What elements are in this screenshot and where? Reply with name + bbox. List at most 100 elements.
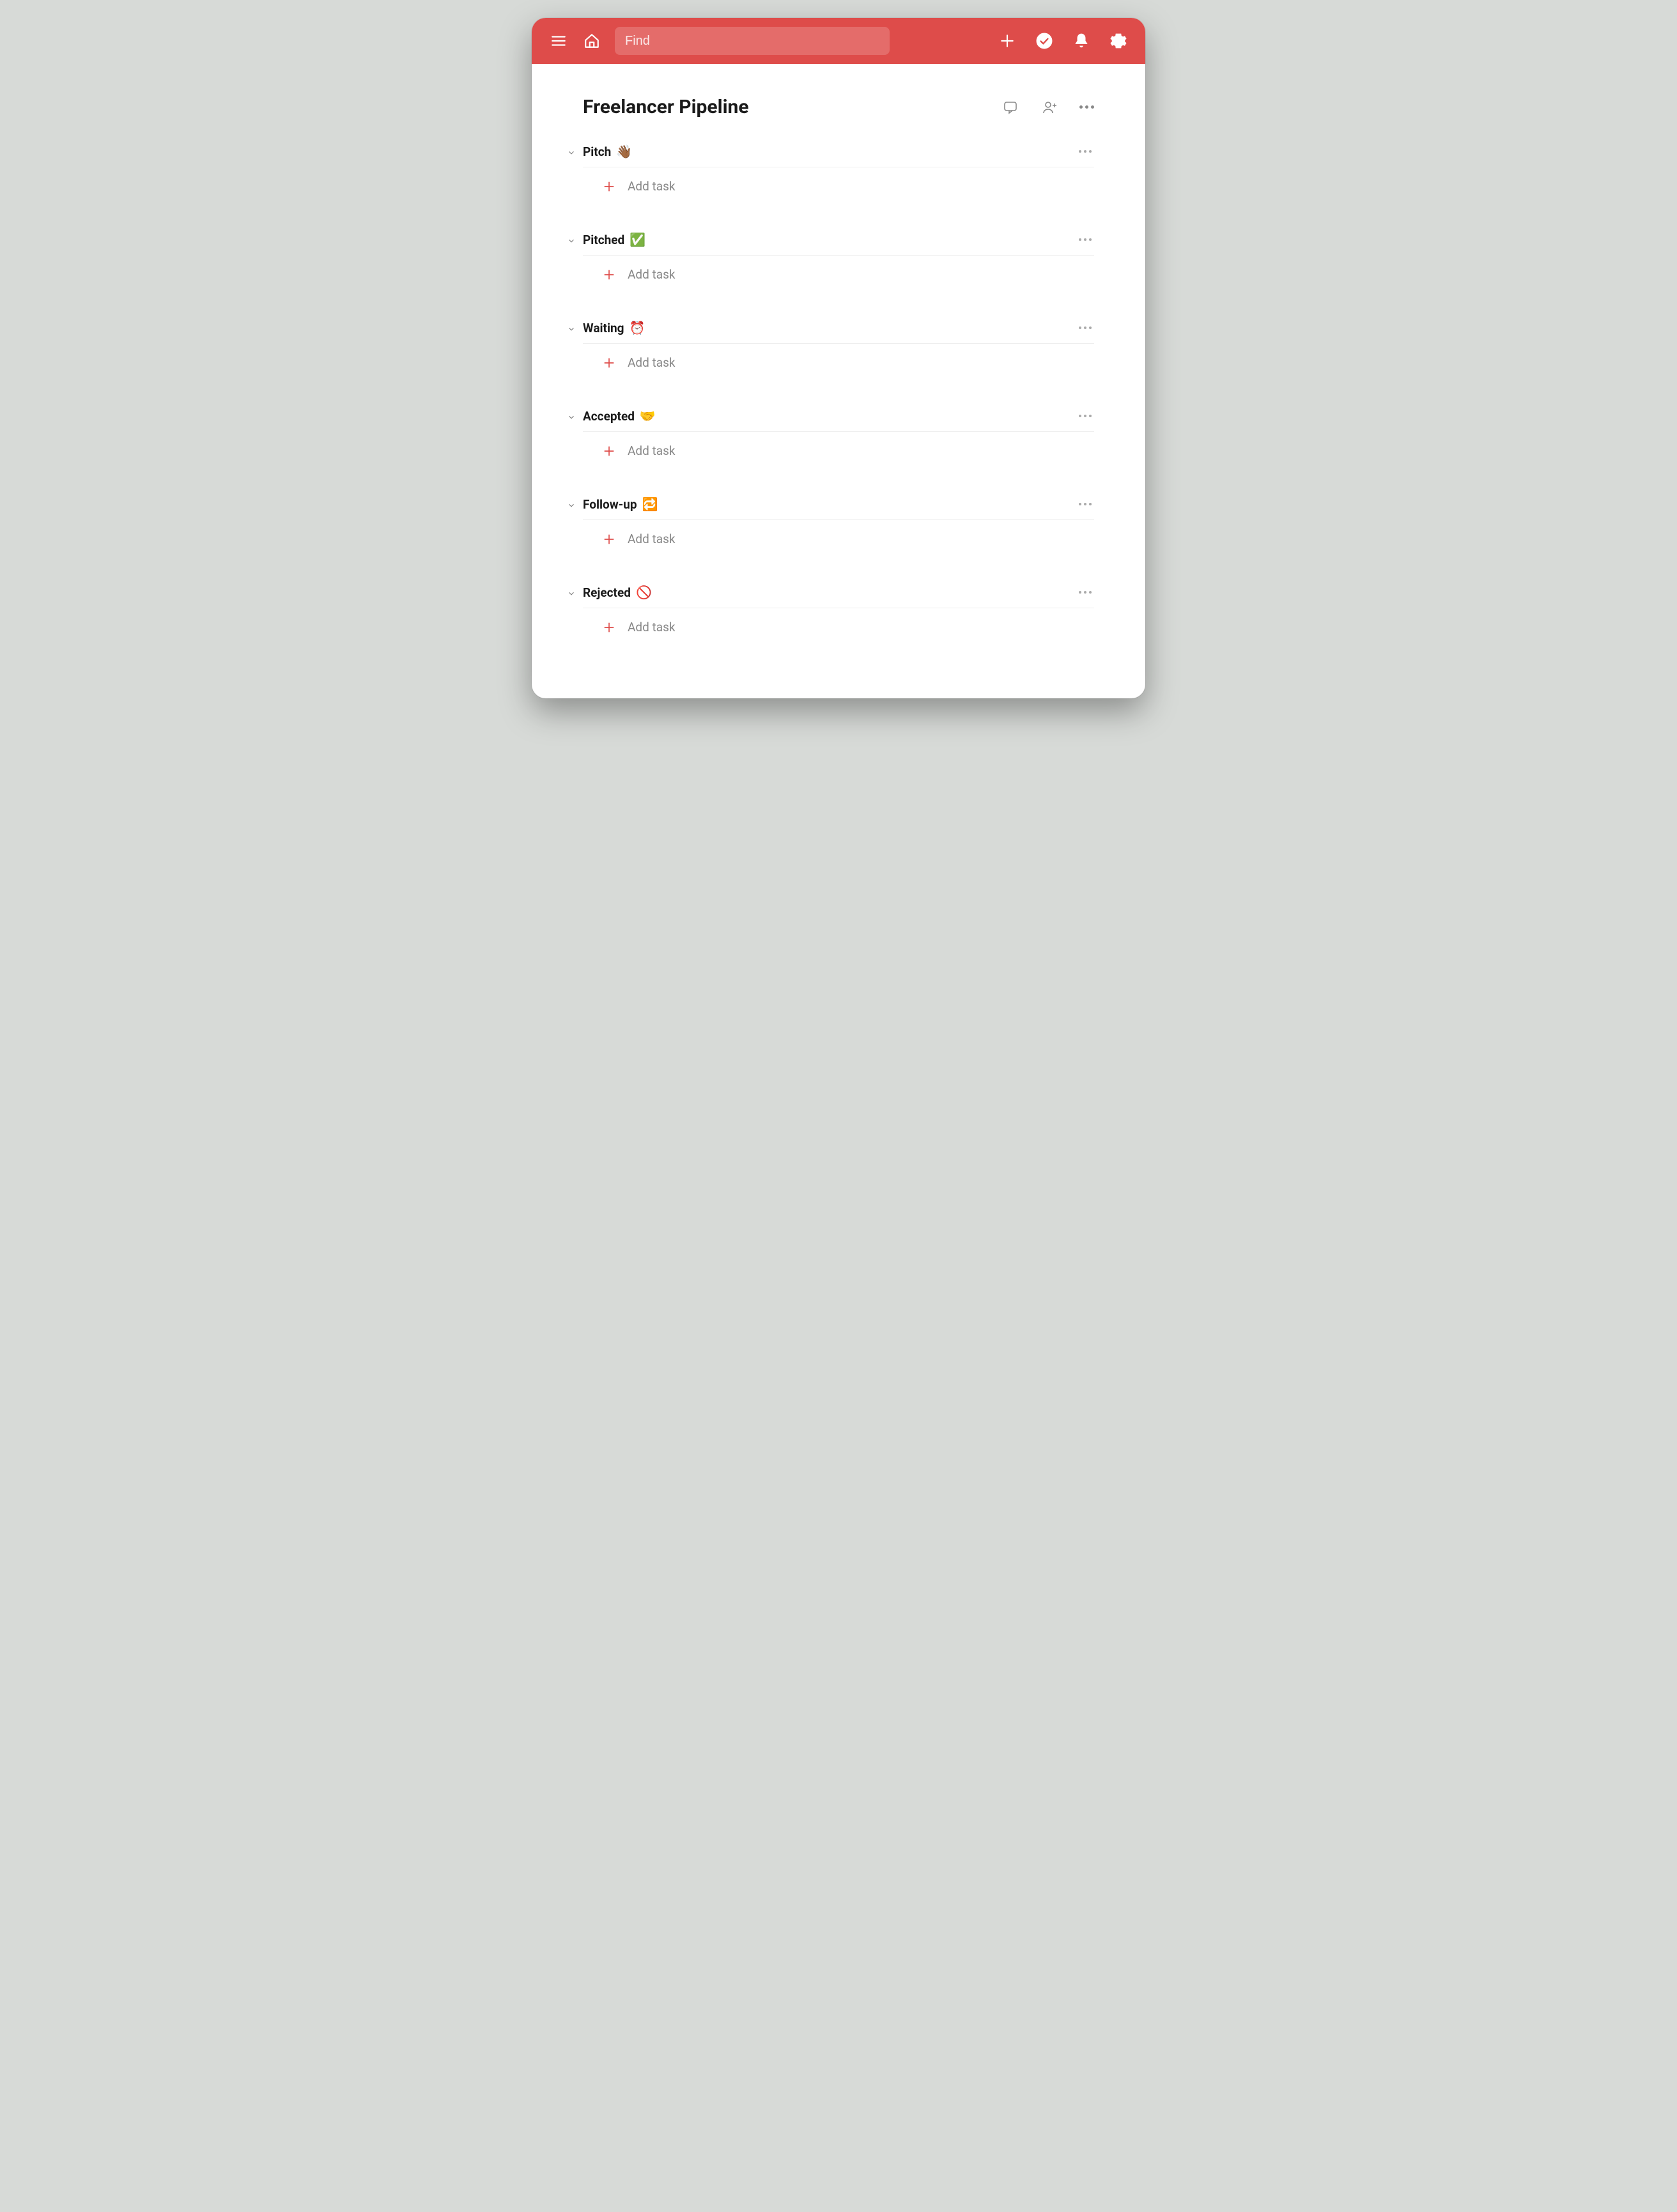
project-title: Freelancer Pipeline <box>583 96 749 118</box>
dot-icon <box>1079 105 1083 109</box>
project-more-button[interactable] <box>1079 105 1094 109</box>
section-emoji: ⏰ <box>629 320 645 335</box>
notifications-button[interactable] <box>1069 28 1094 54</box>
dot-icon <box>1084 238 1086 241</box>
plus-icon <box>602 180 616 194</box>
check-circle-icon <box>1036 33 1053 49</box>
add-task-label: Add task <box>628 532 676 546</box>
topbar-actions <box>994 28 1131 54</box>
section-header: Accepted 🤝 <box>583 408 1094 432</box>
section-more-button[interactable] <box>1079 591 1094 594</box>
dot-icon <box>1084 591 1086 594</box>
dot-icon <box>1089 415 1092 417</box>
dot-icon <box>1085 105 1088 109</box>
dot-icon <box>1084 415 1086 417</box>
section-collapse-toggle[interactable] <box>565 146 578 159</box>
gear-icon <box>1110 33 1127 49</box>
section: Accepted 🤝 Add task <box>583 408 1094 458</box>
settings-button[interactable] <box>1106 28 1131 54</box>
section-more-button[interactable] <box>1079 150 1094 153</box>
section-collapse-toggle[interactable] <box>565 499 578 512</box>
section-header: Pitched ✅ <box>583 232 1094 256</box>
section-name: Pitched <box>583 233 624 247</box>
dot-icon <box>1089 326 1092 329</box>
section-title[interactable]: Follow-up 🔁 <box>583 496 658 512</box>
section-title[interactable]: Rejected 🚫 <box>583 585 652 600</box>
section: Pitch 👋🏾 Add task <box>583 144 1094 194</box>
dot-icon <box>1084 150 1086 153</box>
dot-icon <box>1079 591 1081 594</box>
add-task-button[interactable]: Add task <box>583 256 1094 282</box>
section-emoji: 🔁 <box>642 496 658 512</box>
chevron-down-icon <box>567 413 576 422</box>
section-title[interactable]: Pitch 👋🏾 <box>583 144 632 159</box>
section-emoji: 👋🏾 <box>616 144 632 159</box>
person-plus-icon <box>1042 100 1058 115</box>
section-emoji: 🤝 <box>640 408 656 424</box>
comment-icon <box>1003 100 1018 115</box>
add-task-button[interactable]: Add task <box>583 344 1094 370</box>
section-collapse-toggle[interactable] <box>565 587 578 600</box>
menu-button[interactable] <box>546 28 571 54</box>
section-more-button[interactable] <box>1079 503 1094 505</box>
add-task-label: Add task <box>628 179 676 194</box>
section: Follow-up 🔁 Add task <box>583 496 1094 546</box>
add-task-label: Add task <box>628 620 676 634</box>
add-task-button[interactable]: Add task <box>583 608 1094 634</box>
chevron-down-icon <box>567 589 576 598</box>
dot-icon <box>1079 238 1081 241</box>
section: Pitched ✅ Add task <box>583 232 1094 282</box>
bell-icon <box>1073 33 1090 49</box>
dot-icon <box>1089 150 1092 153</box>
plus-icon <box>999 33 1016 49</box>
section-collapse-toggle[interactable] <box>565 323 578 335</box>
section-collapse-toggle[interactable] <box>565 411 578 424</box>
chevron-down-icon <box>567 325 576 334</box>
section-title[interactable]: Pitched ✅ <box>583 232 645 247</box>
section-emoji: 🚫 <box>636 585 652 600</box>
plus-icon <box>602 444 616 458</box>
add-task-label: Add task <box>628 355 676 370</box>
dot-icon <box>1079 503 1081 505</box>
dot-icon <box>1084 326 1086 329</box>
section-header: Rejected 🚫 <box>583 585 1094 608</box>
share-button[interactable] <box>1040 97 1060 118</box>
hamburger-icon <box>550 33 567 49</box>
topbar <box>532 18 1145 64</box>
section-header: Pitch 👋🏾 <box>583 144 1094 167</box>
section-name: Waiting <box>583 321 624 335</box>
section-more-button[interactable] <box>1079 326 1094 329</box>
dot-icon <box>1084 503 1086 505</box>
section-name: Pitch <box>583 144 611 159</box>
add-task-button[interactable]: Add task <box>583 520 1094 546</box>
chevron-down-icon <box>567 501 576 510</box>
section-header: Follow-up 🔁 <box>583 496 1094 520</box>
home-icon <box>583 33 600 49</box>
comments-button[interactable] <box>1000 97 1021 118</box>
add-task-button[interactable]: Add task <box>583 432 1094 458</box>
section-title[interactable]: Waiting ⏰ <box>583 320 645 335</box>
section: Waiting ⏰ Add task <box>583 320 1094 370</box>
dot-icon <box>1089 591 1092 594</box>
dot-icon <box>1079 326 1081 329</box>
quick-add-button[interactable] <box>994 28 1020 54</box>
chevron-down-icon <box>567 148 576 157</box>
section-header: Waiting ⏰ <box>583 320 1094 344</box>
project-header: Freelancer Pipeline <box>583 96 1094 118</box>
completed-button[interactable] <box>1032 28 1057 54</box>
plus-icon <box>602 268 616 282</box>
section-name: Follow-up <box>583 497 637 512</box>
section-more-button[interactable] <box>1079 415 1094 417</box>
dot-icon <box>1079 150 1081 153</box>
project-content: Freelancer Pipeline Pitch 👋🏾 <box>532 64 1145 698</box>
search-input[interactable] <box>615 27 890 55</box>
section-collapse-toggle[interactable] <box>565 234 578 247</box>
section-title[interactable]: Accepted 🤝 <box>583 408 656 424</box>
search-wrap <box>615 27 890 55</box>
add-task-button[interactable]: Add task <box>583 167 1094 194</box>
home-button[interactable] <box>579 28 605 54</box>
sections-list: Pitch 👋🏾 Add task Pitched ✅ <box>583 144 1094 634</box>
section-more-button[interactable] <box>1079 238 1094 241</box>
section-emoji: ✅ <box>630 232 645 247</box>
add-task-label: Add task <box>628 267 676 282</box>
